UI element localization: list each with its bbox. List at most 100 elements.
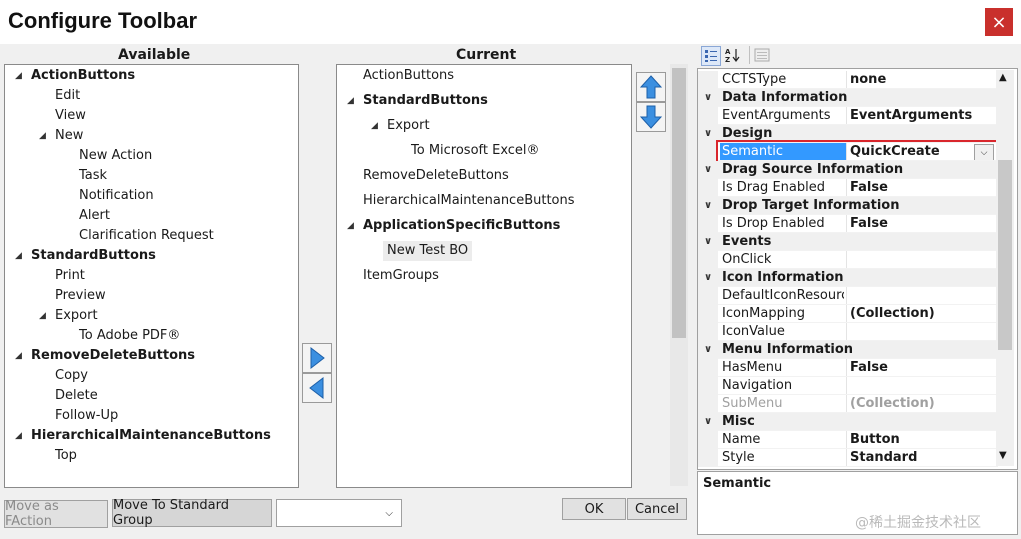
collapse-icon[interactable]: ∨	[704, 89, 712, 107]
property-row[interactable]: IconValue	[698, 323, 998, 341]
available-tree-item[interactable]: Follow-Up	[5, 406, 298, 426]
expand-icon[interactable]: ◢	[15, 246, 22, 266]
available-tree-item[interactable]: Alert	[5, 206, 298, 226]
available-tree-item[interactable]: Task	[5, 166, 298, 186]
current-tree-item[interactable]: RemoveDeleteButtons	[337, 166, 631, 186]
current-tree-item[interactable]: HierarchicalMaintenanceButtons	[337, 191, 631, 211]
property-category[interactable]: ∨ Events	[698, 233, 998, 251]
current-tree-item[interactable]: New Test BO	[337, 241, 631, 261]
property-category[interactable]: ∨ Design	[698, 125, 998, 143]
current-tree-item[interactable]: ActionButtons	[337, 66, 631, 86]
current-tree-item[interactable]: ◢ Export	[337, 116, 631, 136]
current-tree-item[interactable]: To Microsoft Excel®	[337, 141, 631, 161]
ok-button[interactable]: OK	[562, 498, 626, 520]
current-tree-item[interactable]: ItemGroups	[337, 266, 631, 286]
add-button[interactable]	[302, 343, 332, 373]
available-tree-item[interactable]: ◢ HierarchicalMaintenanceButtons	[5, 426, 298, 446]
property-row[interactable]: SubMenu (Collection)	[698, 395, 998, 413]
current-tree[interactable]: ActionButtons ◢ StandardButtons ◢ Export To M…	[336, 64, 632, 488]
current-tree-item[interactable]: ◢ ApplicationSpecificButtons	[337, 216, 631, 236]
move-up-button[interactable]	[636, 72, 666, 102]
available-tree-item[interactable]: ◢ StandardButtons	[5, 246, 298, 266]
available-tree-item[interactable]: Preview	[5, 286, 298, 306]
property-value[interactable]: False	[850, 359, 995, 377]
property-category[interactable]: ∨ Misc	[698, 413, 998, 431]
property-category[interactable]: ∨ Drag Source Information	[698, 161, 998, 179]
available-tree-item[interactable]: Edit	[5, 86, 298, 106]
property-value[interactable]: Standard	[850, 449, 995, 467]
cancel-button[interactable]: Cancel	[627, 498, 687, 520]
expand-icon[interactable]: ◢	[15, 426, 22, 446]
property-row[interactable]: Navigation	[698, 377, 998, 395]
property-category[interactable]: ∨ Data Information	[698, 89, 998, 107]
current-scrollbar-thumb[interactable]	[672, 68, 686, 338]
available-tree-item[interactable]: Delete	[5, 386, 298, 406]
collapse-icon[interactable]: ∨	[704, 413, 712, 431]
available-tree-item[interactable]: Notification	[5, 186, 298, 206]
property-category[interactable]: ∨ Icon Information	[698, 269, 998, 287]
available-tree[interactable]: ◢ ActionButtons Edit View ◢ New New Action Task…	[4, 64, 299, 488]
expand-icon[interactable]: ◢	[347, 216, 354, 236]
current-scrollbar[interactable]	[670, 64, 688, 486]
available-tree-item[interactable]: New Action	[5, 146, 298, 166]
property-row[interactable]: EventArguments EventArguments	[698, 107, 998, 125]
property-row[interactable]: DefaultIconResource	[698, 287, 998, 305]
property-row[interactable]: CCTSType none	[698, 71, 998, 89]
scroll-up-icon[interactable]: ▲	[999, 72, 1007, 83]
available-tree-item[interactable]: ◢ ActionButtons	[5, 66, 298, 86]
categorized-icon[interactable]	[701, 46, 721, 66]
scroll-down-icon[interactable]: ▼	[999, 450, 1007, 461]
collapse-icon[interactable]: ∨	[704, 161, 712, 179]
property-grid-scrollbar-thumb[interactable]	[998, 160, 1012, 350]
available-tree-item[interactable]: Top	[5, 446, 298, 466]
group-select[interactable]: ⌵	[276, 499, 402, 527]
expand-icon[interactable]: ◢	[15, 346, 22, 366]
close-button[interactable]: ×	[985, 8, 1013, 36]
property-value[interactable]: none	[850, 71, 995, 89]
property-value[interactable]: Button	[850, 431, 995, 449]
property-row[interactable]: Name Button	[698, 431, 998, 449]
property-row[interactable]: Is Drag Enabled False	[698, 179, 998, 197]
expand-icon[interactable]: ◢	[39, 306, 46, 326]
property-row[interactable]: IconMapping (Collection)	[698, 305, 998, 323]
expand-icon[interactable]: ◢	[371, 116, 378, 136]
property-value[interactable]: False	[850, 179, 995, 197]
chevron-down-icon[interactable]: ⌵	[974, 144, 994, 161]
collapse-icon[interactable]: ∨	[704, 197, 712, 215]
collapse-icon[interactable]: ∨	[704, 233, 712, 251]
collapse-icon[interactable]: ∨	[704, 269, 712, 287]
remove-button[interactable]	[302, 373, 332, 403]
expand-icon[interactable]: ◢	[347, 91, 354, 111]
expand-icon[interactable]: ◢	[39, 126, 46, 146]
property-row[interactable]: Is Drop Enabled False	[698, 215, 998, 233]
available-tree-item[interactable]: Print	[5, 266, 298, 286]
available-tree-item[interactable]: ◢ New	[5, 126, 298, 146]
move-down-button[interactable]	[636, 102, 666, 132]
property-row[interactable]: HasMenu False	[698, 359, 998, 377]
move-as-faction-button[interactable]: Move as FAction	[4, 499, 108, 529]
property-grid-scrollbar[interactable]: ▲ ▼	[996, 70, 1014, 466]
current-tree-item[interactable]: ◢ StandardButtons	[337, 91, 631, 111]
collapse-icon[interactable]: ∨	[704, 125, 712, 143]
property-row[interactable]: OnClick	[698, 251, 998, 269]
move-to-standard-group-button[interactable]: Move To Standard Group	[112, 498, 272, 528]
property-value[interactable]: (Collection)	[850, 305, 995, 323]
collapse-icon[interactable]: ∨	[704, 341, 712, 359]
property-grid-table[interactable]: CCTSType none ∨ Data Information EventArgume…	[697, 68, 1018, 470]
expand-icon[interactable]: ◢	[15, 66, 22, 86]
property-row[interactable]: Semantic QuickCreate ⌵	[698, 140, 998, 162]
available-tree-item[interactable]: View	[5, 106, 298, 126]
property-value[interactable]: False	[850, 215, 995, 233]
alphabetical-icon[interactable]: AZ	[724, 46, 742, 64]
available-tree-item[interactable]: To Adobe PDF®	[5, 326, 298, 346]
available-tree-item[interactable]: ◢ RemoveDeleteButtons	[5, 346, 298, 366]
available-tree-item[interactable]: ◢ Export	[5, 306, 298, 326]
property-value[interactable]: (Collection)	[850, 395, 995, 413]
property-pages-icon[interactable]	[754, 47, 770, 63]
property-row[interactable]: Style Standard	[698, 449, 998, 467]
property-category[interactable]: ∨ Menu Information	[698, 341, 998, 359]
available-tree-item[interactable]: Clarification Request	[5, 226, 298, 246]
available-tree-item[interactable]: Copy	[5, 366, 298, 386]
property-value[interactable]: EventArguments	[850, 107, 995, 125]
property-category[interactable]: ∨ Drop Target Information	[698, 197, 998, 215]
